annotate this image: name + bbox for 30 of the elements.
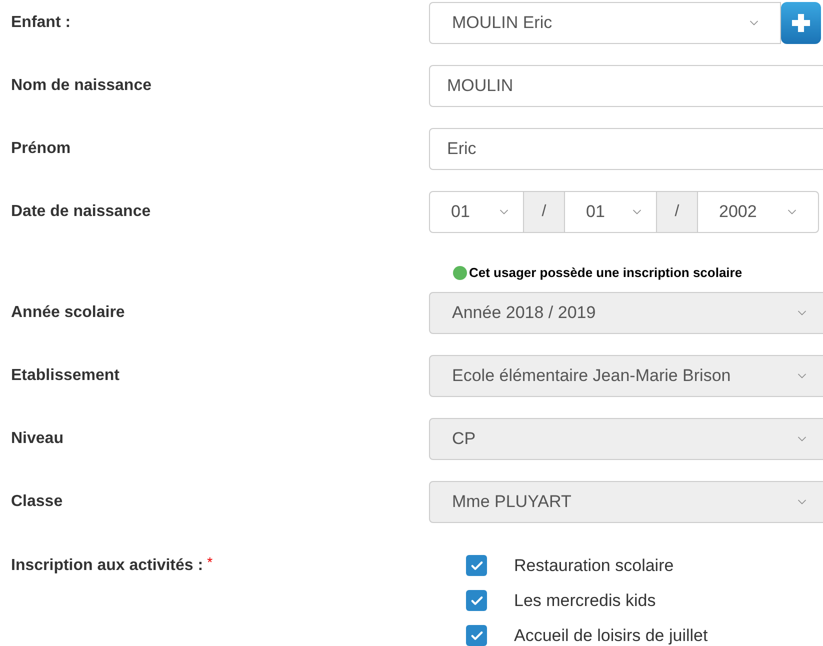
- date-separator: /: [524, 191, 564, 233]
- field-label: Niveau: [10, 429, 64, 449]
- date-select[interactable]: 01: [429, 191, 524, 233]
- date-select[interactable]: 2002: [697, 191, 819, 233]
- checkbox[interactable]: [466, 555, 487, 576]
- checkbox[interactable]: [466, 625, 487, 646]
- check-icon: [470, 558, 484, 572]
- date-select[interactable]: 01: [564, 191, 657, 233]
- checkbox-label: Les mercredis kids: [514, 590, 656, 612]
- plus-icon: [791, 13, 811, 33]
- field-label: Etablissement: [10, 366, 120, 386]
- field-label: Classe: [10, 492, 64, 512]
- field-label: Nom de naissance: [10, 76, 152, 96]
- select-field[interactable]: MOULIN Eric: [429, 2, 781, 44]
- text-field[interactable]: MOULIN: [429, 65, 823, 107]
- checkbox-label: Restauration scolaire: [514, 554, 674, 577]
- date-separator: /: [657, 191, 697, 233]
- checkbox[interactable]: [466, 590, 487, 611]
- field-label: Date de naissance: [10, 202, 152, 222]
- text-field[interactable]: Eric: [429, 128, 823, 170]
- checkbox-label: Accueil de loisirs de juillet: [514, 624, 708, 646]
- field-label: Inscription aux activités :: [11, 556, 204, 576]
- required-mark: *: [207, 553, 213, 572]
- field-label: Prénom: [10, 139, 72, 159]
- field-label: Enfant :: [10, 13, 72, 33]
- add-button[interactable]: [781, 2, 821, 44]
- field-label: Année scolaire: [10, 303, 126, 323]
- check-icon: [470, 628, 484, 642]
- status-note: Cet usager possède une inscription scolaire: [469, 264, 742, 282]
- check-icon: [470, 594, 484, 608]
